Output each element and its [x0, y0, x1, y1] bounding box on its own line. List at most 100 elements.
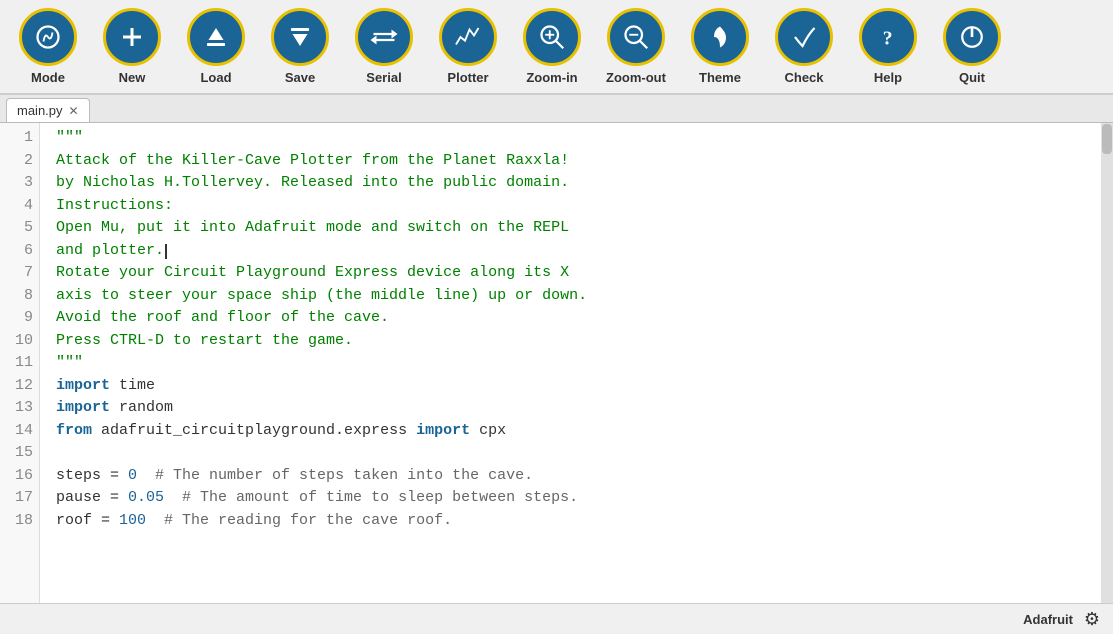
token-string: """: [56, 129, 83, 146]
toolbar-btn-load[interactable]: Load: [176, 4, 256, 89]
zoom-in-icon: [523, 8, 581, 66]
line-number: 4: [0, 195, 33, 218]
toolbar-label-quit: Quit: [959, 70, 985, 85]
token-keyword: import: [56, 377, 110, 394]
code-line: [56, 442, 1101, 465]
token-number: 100: [119, 512, 146, 529]
load-icon: [187, 8, 245, 66]
token-string: Rotate your Circuit Playground Express d…: [56, 264, 569, 281]
statusbar: Adafruit ⚙: [0, 603, 1113, 634]
toolbar-label-load: Load: [200, 70, 231, 85]
code-line: from adafruit_circuitplayground.express …: [56, 420, 1101, 443]
status-mode-label: Adafruit: [1023, 612, 1073, 627]
code-line: Press CTRL-D to restart the game.: [56, 330, 1101, 353]
settings-gear-icon[interactable]: ⚙: [1081, 608, 1103, 630]
tab-close-button[interactable]: ✕: [69, 105, 79, 117]
line-number: 11: [0, 352, 33, 375]
toolbar-label-help: Help: [874, 70, 902, 85]
code-container[interactable]: 123456789101112131415161718 """Attack of…: [0, 123, 1101, 603]
toolbar-btn-plotter[interactable]: Plotter: [428, 4, 508, 89]
line-number: 5: [0, 217, 33, 240]
toolbar-btn-save[interactable]: Save: [260, 4, 340, 89]
toolbar-label-zoom-in: Zoom-in: [526, 70, 577, 85]
toolbar-btn-mode[interactable]: Mode: [8, 4, 88, 89]
line-number: 7: [0, 262, 33, 285]
line-number: 2: [0, 150, 33, 173]
toolbar: Mode New Load Save Serial Plotter Zoom-in Zoom-…: [0, 0, 1113, 95]
token-keyword: import: [416, 422, 470, 439]
line-number: 17: [0, 487, 33, 510]
save-icon: [271, 8, 329, 66]
toolbar-btn-theme[interactable]: Theme: [680, 4, 760, 89]
line-number: 16: [0, 465, 33, 488]
line-number: 1: [0, 127, 33, 150]
plotter-icon: [439, 8, 497, 66]
check-icon: [775, 8, 833, 66]
line-number: 14: [0, 420, 33, 443]
code-line: """: [56, 352, 1101, 375]
token-default: cpx: [470, 422, 506, 439]
line-number: 13: [0, 397, 33, 420]
tabbar: main.py ✕: [0, 95, 1113, 123]
toolbar-btn-help[interactable]: ? Help: [848, 4, 928, 89]
toolbar-label-zoom-out: Zoom-out: [606, 70, 666, 85]
token-default: adafruit_circuitplayground.express: [92, 422, 416, 439]
code-lines[interactable]: """ Attack of the Killer-Cave Plotter fro…: [40, 123, 1101, 603]
token-default: random: [110, 399, 173, 416]
token-default: steps =: [56, 467, 128, 484]
code-line: import random: [56, 397, 1101, 420]
code-line: Instructions:: [56, 195, 1101, 218]
token-string: axis to steer your space ship (the middl…: [56, 287, 587, 304]
code-line: Open Mu, put it into Adafruit mode and s…: [56, 217, 1101, 240]
quit-icon: [943, 8, 1001, 66]
token-number: 0.05: [128, 489, 164, 506]
serial-icon: [355, 8, 413, 66]
zoom-out-icon: [607, 8, 665, 66]
token-keyword: import: [56, 399, 110, 416]
toolbar-btn-check[interactable]: Check: [764, 4, 844, 89]
code-line: axis to steer your space ship (the middl…: [56, 285, 1101, 308]
code-line: by Nicholas H.Tollervey. Released into t…: [56, 172, 1101, 195]
token-number: 0: [128, 467, 137, 484]
line-number: 8: [0, 285, 33, 308]
scrollbar[interactable]: [1101, 123, 1113, 603]
code-line: pause = 0.05 # The amount of time to sle…: [56, 487, 1101, 510]
code-line: Attack of the Killer-Cave Plotter from t…: [56, 150, 1101, 173]
toolbar-label-plotter: Plotter: [447, 70, 488, 85]
token-comment: # The number of steps taken into the cav…: [137, 467, 533, 484]
toolbar-btn-quit[interactable]: Quit: [932, 4, 1012, 89]
code-line: and plotter.: [56, 240, 1101, 263]
token-comment: # The reading for the cave roof.: [146, 512, 452, 529]
code-line: Avoid the roof and floor of the cave.: [56, 307, 1101, 330]
theme-icon: [691, 8, 749, 66]
token-string: Avoid the roof and floor of the cave.: [56, 309, 389, 326]
token-string: """: [56, 354, 83, 371]
main-tab[interactable]: main.py ✕: [6, 98, 90, 122]
line-number: 6: [0, 240, 33, 263]
editor-area: 123456789101112131415161718 """Attack of…: [0, 123, 1113, 603]
toolbar-label-check: Check: [784, 70, 823, 85]
scrollbar-thumb[interactable]: [1102, 124, 1112, 154]
mode-icon: [19, 8, 77, 66]
line-number: 12: [0, 375, 33, 398]
line-number: 18: [0, 510, 33, 533]
toolbar-label-serial: Serial: [366, 70, 401, 85]
toolbar-label-new: New: [119, 70, 146, 85]
toolbar-btn-new[interactable]: New: [92, 4, 172, 89]
toolbar-label-save: Save: [285, 70, 315, 85]
toolbar-btn-serial[interactable]: Serial: [344, 4, 424, 89]
token-string: Open Mu, put it into Adafruit mode and s…: [56, 219, 569, 236]
line-number: 10: [0, 330, 33, 353]
help-icon: ?: [859, 8, 917, 66]
toolbar-btn-zoom-in[interactable]: Zoom-in: [512, 4, 592, 89]
code-line: Rotate your Circuit Playground Express d…: [56, 262, 1101, 285]
line-number: 15: [0, 442, 33, 465]
token-string: Instructions:: [56, 197, 173, 214]
toolbar-btn-zoom-out[interactable]: Zoom-out: [596, 4, 676, 89]
new-icon: [103, 8, 161, 66]
toolbar-label-mode: Mode: [31, 70, 65, 85]
token-default: pause =: [56, 489, 128, 506]
code-line: import time: [56, 375, 1101, 398]
svg-text:?: ?: [883, 29, 893, 50]
token-default: roof =: [56, 512, 119, 529]
